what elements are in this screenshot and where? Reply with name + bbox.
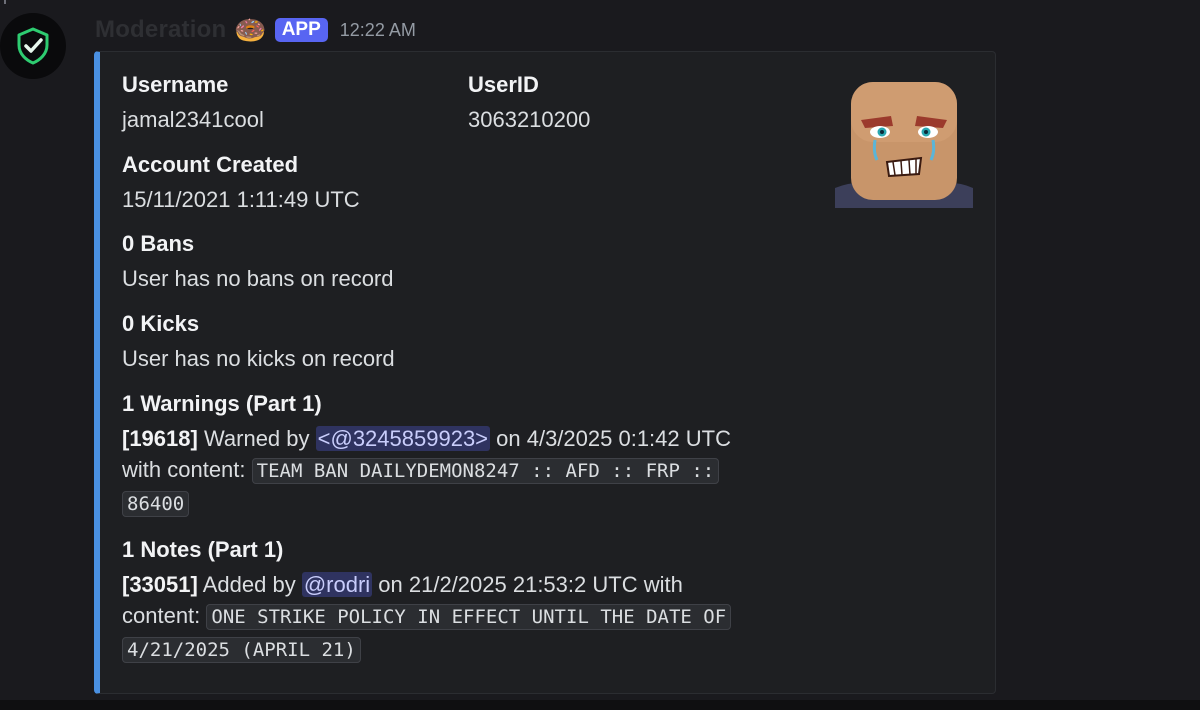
warning-mention[interactable]: <@3245859923>: [315, 426, 491, 451]
note-id: [33051]: [122, 572, 198, 597]
kicks-value: User has no kicks on record: [122, 346, 395, 371]
note-entry-line3: 4/21/2025 (APRIL 21): [122, 636, 361, 663]
note-entry-line2: content: ONE STRIKE POLICY IN EFFECT UNT…: [122, 603, 732, 630]
account-created-label: Account Created: [122, 152, 299, 177]
warning-entry-line1: [19618] Warned by <@3245859923> on 4/3/2…: [122, 426, 731, 452]
donut-emoji-icon: 🍩: [234, 15, 267, 45]
bans-value: User has no bans on record: [122, 266, 394, 291]
thread-line: [0, 0, 14, 4]
note-content-prefix: content:: [122, 603, 207, 628]
warning-content-prefix: with content:: [122, 457, 252, 482]
warning-code-line2: 86400: [122, 491, 190, 517]
warnings-label: 1 Warnings (Part 1): [122, 391, 322, 416]
username-value: jamal2341cool: [122, 107, 264, 132]
kicks-label: 0 Kicks: [122, 311, 200, 336]
message-header: Moderation 🍩 APP 12:22 AM: [95, 14, 416, 46]
warning-code-line1: TEAM BAN DAILYDEMON8247 :: AFD :: FRP ::: [251, 458, 720, 484]
userid-label: UserID: [468, 72, 539, 97]
note-action: Added by: [197, 572, 302, 597]
note-date: on 21/2/2025 21:53:2 UTC with: [372, 572, 683, 597]
note-code-line2: 4/21/2025 (APRIL 21): [122, 637, 361, 663]
shield-check-icon: [17, 27, 49, 65]
warning-entry-line3: 86400: [122, 490, 190, 517]
notes-label: 1 Notes (Part 1): [122, 537, 284, 562]
author-name[interactable]: Moderation: [95, 16, 226, 44]
account-created-value: 15/11/2021 1:11:49 UTC: [122, 187, 360, 212]
bot-avatar[interactable]: [0, 13, 66, 79]
note-code-line1: ONE STRIKE POLICY IN EFFECT UNTIL THE DA…: [206, 604, 732, 630]
embed-card: Username jamal2341cool UserID 3063210200…: [94, 51, 996, 694]
warning-action: Warned by: [197, 426, 316, 451]
bans-label: 0 Bans: [122, 231, 195, 256]
username-label: Username: [122, 72, 229, 97]
user-thumbnail[interactable]: [835, 80, 973, 208]
warning-date: on 4/3/2025 0:1:42 UTC: [490, 426, 731, 451]
warning-entry-line2: with content: TEAM BAN DAILYDEMON8247 ::…: [122, 457, 720, 484]
warning-id: [19618]: [122, 426, 198, 451]
userid-value: 3063210200: [468, 107, 591, 132]
app-badge: APP: [274, 18, 328, 42]
bottom-bar: [0, 700, 1200, 710]
note-mention[interactable]: @rodri: [301, 572, 373, 597]
note-entry-line1: [33051] Added by @rodri on 21/2/2025 21:…: [122, 572, 683, 598]
message-timestamp[interactable]: 12:22 AM: [340, 20, 416, 41]
